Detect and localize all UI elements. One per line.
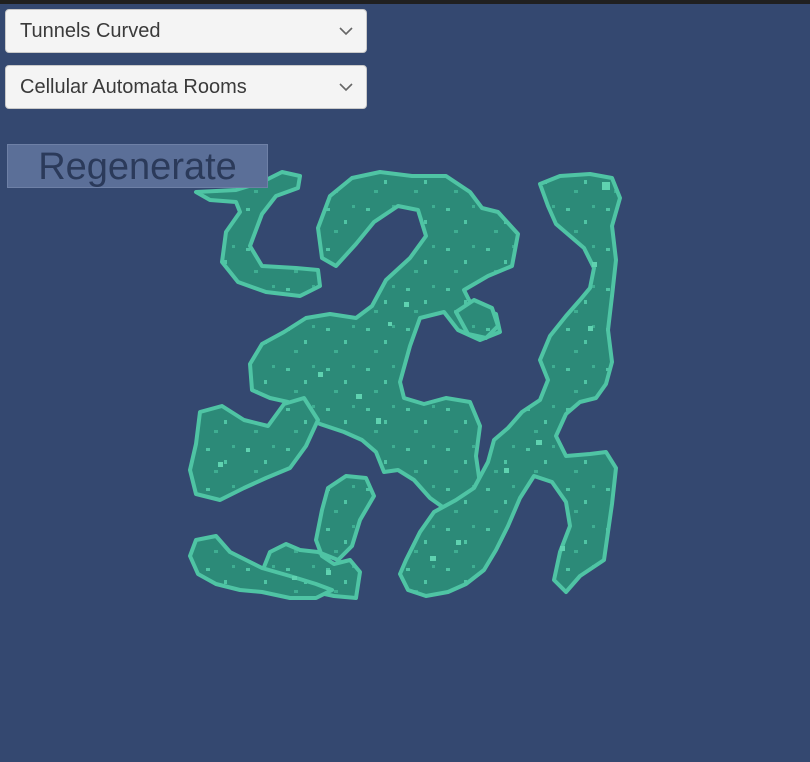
cave-region-left-arm bbox=[188, 396, 320, 502]
regenerate-button[interactable]: Regenerate bbox=[7, 144, 268, 188]
generated-cave-map bbox=[188, 170, 622, 600]
cave-regions bbox=[188, 170, 622, 600]
cave-corridor-topleft bbox=[194, 170, 322, 298]
